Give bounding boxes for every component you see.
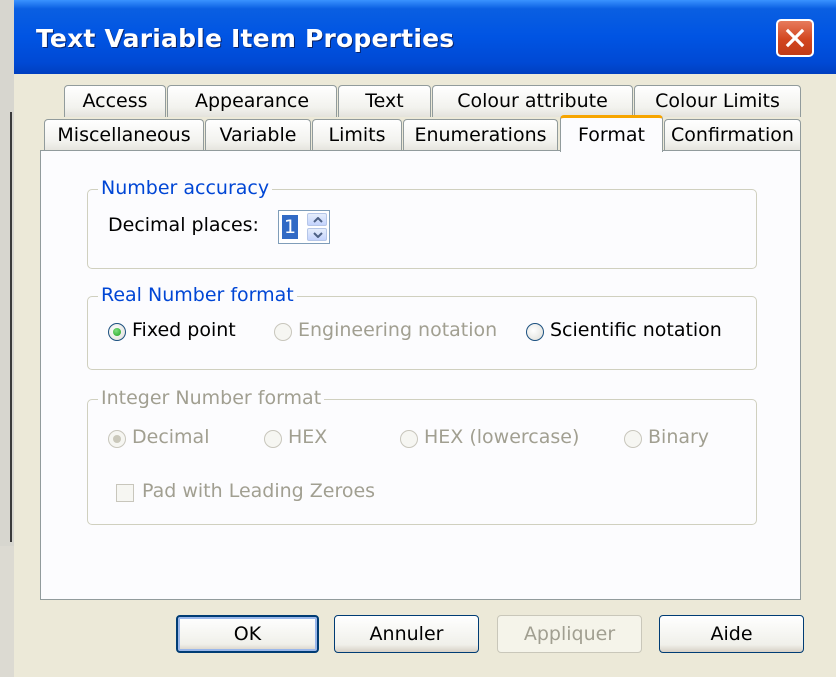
pad-leading-zeroes-checkbox — [116, 484, 134, 502]
tab-confirmation[interactable]: Confirmation — [664, 119, 801, 151]
close-x-icon — [785, 28, 805, 48]
tab-colour-limits[interactable]: Colour Limits — [634, 85, 801, 117]
dialog-title: Text Variable Item Properties — [36, 24, 455, 53]
pad-leading-zeroes-label: Pad with Leading Zeroes — [142, 480, 376, 502]
spin-down-button[interactable] — [307, 228, 327, 241]
tab-miscellaneous[interactable]: Miscellaneous — [44, 119, 204, 151]
decimal-places-value[interactable]: 1 — [282, 215, 299, 239]
chevron-down-icon — [313, 232, 323, 238]
binary-radio — [624, 430, 642, 448]
spinner-arrows — [307, 213, 327, 241]
engineering-notation-radio — [274, 323, 292, 341]
hex-radio — [264, 430, 282, 448]
decimal-label: Decimal — [132, 426, 210, 448]
title-bar[interactable]: Text Variable Item Properties — [14, 0, 836, 74]
integer-number-format-title: Integer Number format — [98, 387, 325, 409]
tab-variable[interactable]: Variable — [205, 119, 311, 151]
hex-label: HEX — [288, 426, 328, 448]
hex-lowercase-radio — [400, 430, 418, 448]
tab-appearance[interactable]: Appearance — [167, 85, 337, 117]
real-number-format-title: Real Number format — [98, 284, 297, 306]
tab-format[interactable]: Format — [560, 115, 663, 152]
decimal-places-label: Decimal places: — [108, 214, 259, 236]
hex-lowercase-label: HEX (lowercase) — [424, 426, 580, 448]
integer-number-format-group: Integer Number format Decimal HEX HEX (l… — [87, 387, 757, 525]
tab-access[interactable]: Access — [64, 85, 166, 117]
radio-selected-dot — [113, 435, 121, 443]
help-button[interactable]: Aide — [659, 615, 804, 653]
dialog-body: Access Appearance Text Colour attribute … — [14, 74, 836, 677]
tab-colour-attribute[interactable]: Colour attribute — [432, 85, 633, 117]
apply-button: Appliquer — [497, 615, 642, 653]
number-accuracy-group: Number accuracy Decimal places: 1 — [87, 177, 757, 269]
tab-limits[interactable]: Limits — [312, 119, 402, 151]
scientific-notation-radio[interactable] — [526, 323, 544, 341]
spin-up-button[interactable] — [307, 213, 327, 226]
number-accuracy-title: Number accuracy — [98, 177, 273, 199]
close-button[interactable] — [776, 19, 814, 57]
radio-selected-dot — [113, 328, 121, 336]
tab-enumerations[interactable]: Enumerations — [403, 119, 558, 151]
scientific-notation-label[interactable]: Scientific notation — [550, 319, 722, 341]
chevron-up-icon — [313, 217, 323, 223]
ok-button[interactable]: OK — [176, 615, 319, 653]
decimal-places-spinner[interactable]: 1 — [278, 210, 330, 244]
fixed-point-radio[interactable] — [108, 323, 126, 341]
binary-label: Binary — [648, 426, 710, 448]
background-divider — [10, 112, 12, 542]
real-number-format-group: Real Number format Fixed point Engineeri… — [87, 284, 757, 370]
engineering-notation-label: Engineering notation — [298, 319, 498, 341]
fixed-point-label[interactable]: Fixed point — [132, 319, 236, 341]
tab-text[interactable]: Text — [338, 85, 431, 117]
format-tab-panel: Number accuracy Decimal places: 1 Real N… — [40, 150, 801, 600]
properties-dialog: Text Variable Item Properties Access App… — [14, 0, 836, 677]
cancel-button[interactable]: Annuler — [334, 615, 479, 653]
decimal-radio — [108, 430, 126, 448]
